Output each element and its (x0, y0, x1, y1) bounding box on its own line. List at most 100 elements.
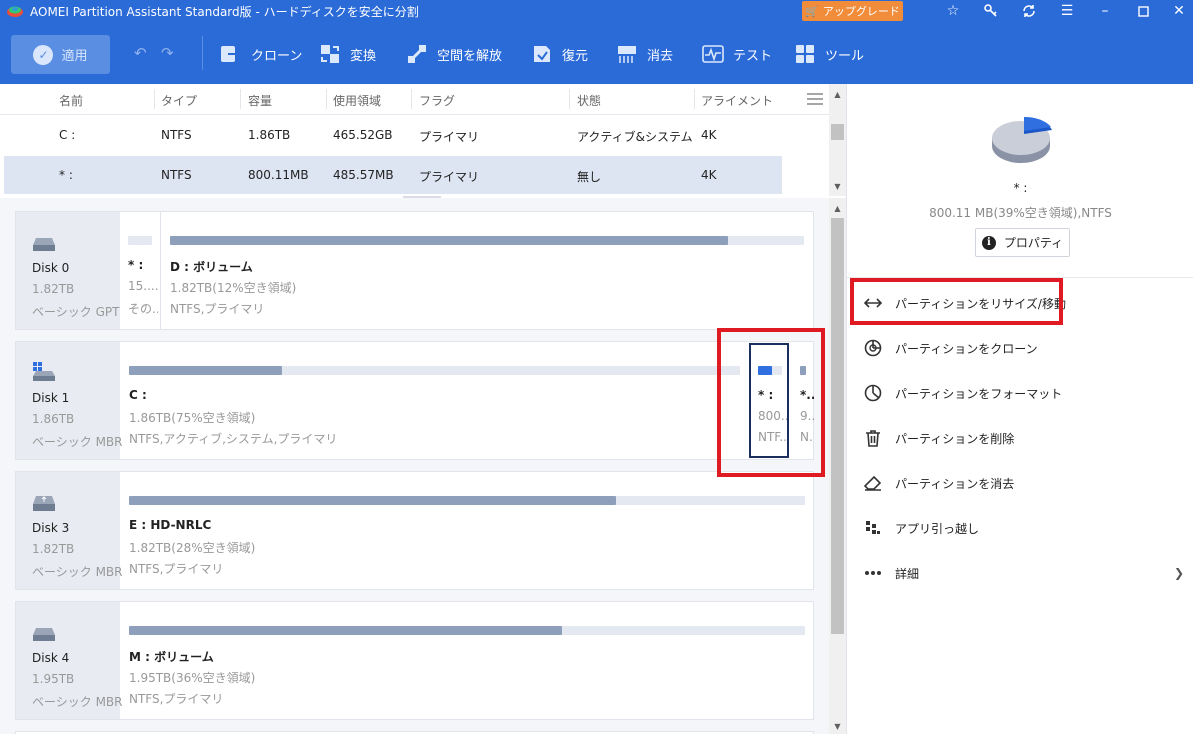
disk-card-4[interactable]: Disk 4 1.95TB ベーシック MBR M : ボリューム 1.95TB… (15, 601, 814, 720)
clone-partition-icon (863, 338, 883, 358)
op-label: パーティションを消去 (895, 476, 1015, 491)
partition-block[interactable]: E : HD-NRLC 1.82TB(28%空き領域) NTFS,プライマリ (120, 472, 813, 589)
column-divider (326, 89, 327, 109)
op-wipe-partition[interactable]: パーティションを消去 (863, 471, 1014, 495)
usage-bar-fill (129, 366, 282, 375)
maximize-icon[interactable] (1129, 0, 1157, 22)
disk-card-3[interactable]: Disk 3 1.82TB ベーシック MBR E : HD-NRLC 1.82… (15, 471, 814, 590)
op-clone-partition[interactable]: パーティションをクローン (863, 336, 1038, 360)
window-title: AOMEI Partition Assistant Standard版 - ハー… (30, 4, 419, 19)
partition-block[interactable]: C : 1.86TB(75%空き領域) NTFS,アクティブ,システム,プライマ… (120, 342, 750, 459)
usage-bar-fill (129, 496, 616, 505)
upgrade-button[interactable]: 🛒 アップグレード (802, 1, 903, 21)
chevron-right-icon[interactable]: ❯ (1174, 566, 1184, 580)
format-icon (863, 383, 883, 403)
partition-fs: その... (128, 302, 158, 316)
partition-capacity: 1.82TB(28%空き領域) (129, 541, 256, 555)
partition-name: E : HD-NRLC (129, 518, 212, 532)
wipe-icon (616, 43, 638, 65)
op-delete-partition[interactable]: パーティションを削除 (863, 426, 1014, 450)
partition-name: * : (128, 258, 144, 272)
column-header-type[interactable]: タイプ (161, 92, 197, 109)
partition-block[interactable]: D : ボリューム 1.82TB(12%空き領域) NTFS,プライマリ (161, 212, 813, 329)
column-header-capacity[interactable]: 容量 (248, 92, 272, 109)
partition-capacity: 1.86TB(75%空き領域) (129, 411, 256, 425)
column-divider (411, 89, 412, 109)
selected-partition-name: * : (1013, 181, 1028, 195)
column-header-alignment[interactable]: アライメント (701, 92, 773, 109)
partition-block[interactable]: M : ボリューム 1.95TB(36%空き領域) NTFS,プライマリ (120, 602, 813, 719)
column-header-used[interactable]: 使用領域 (333, 92, 381, 109)
disk-size: 1.82TB (32, 542, 75, 556)
tools-label: ツール (825, 48, 865, 64)
cell-status: アクティブ&システム (577, 130, 693, 144)
disk-name: Disk 4 (32, 651, 70, 665)
table-header: 名前 タイプ 容量 使用領域 フラグ 状態 アライメント (0, 84, 829, 115)
disk-map-scrollbar[interactable]: ▲ ▼ (829, 198, 846, 734)
annotation-highlight-box (717, 328, 825, 477)
wipe-button[interactable]: 消去 (616, 42, 673, 66)
eraser-icon (863, 473, 883, 493)
column-divider (154, 89, 155, 109)
scroll-up-arrow-icon[interactable]: ▲ (829, 200, 846, 216)
scroll-down-arrow-icon[interactable]: ▼ (829, 178, 846, 194)
column-divider (240, 89, 241, 109)
scrollbar-thumb[interactable] (831, 124, 844, 140)
scroll-up-arrow-icon[interactable]: ▲ (829, 86, 846, 102)
apply-button[interactable]: ✓ 適用 (11, 35, 110, 74)
system-disk-icon (33, 362, 55, 381)
key-icon[interactable] (977, 0, 1005, 22)
free-space-button[interactable]: 空間を解放 (406, 42, 502, 66)
recover-label: 復元 (562, 48, 589, 64)
cell-status: 無し (577, 170, 602, 184)
menu-icon[interactable]: ☰ (1053, 0, 1081, 22)
partition-fs: NTFS,アクティブ,システム,プライマリ (129, 432, 338, 446)
properties-button[interactable]: i プロパティ (975, 228, 1070, 257)
op-label: パーティションをフォーマット (895, 386, 1063, 401)
column-header-name[interactable]: 名前 (59, 92, 83, 109)
recover-button[interactable]: 復元 (531, 42, 588, 66)
disk-card-1[interactable]: Disk 1 1.86TB ベーシック MBR C : 1.86TB(75%空き… (15, 341, 814, 460)
table-scrollbar[interactable]: ▲ ▼ (829, 84, 846, 196)
column-header-flag[interactable]: フラグ (419, 92, 455, 109)
column-header-status[interactable]: 状態 (577, 92, 601, 109)
tools-button[interactable]: ツール (794, 42, 864, 66)
disk-card-0[interactable]: Disk 0 1.82TB ベーシック GPT * : 15.... その...… (15, 211, 814, 330)
op-more[interactable]: 詳細 (863, 561, 919, 585)
properties-label: プロパティ (1003, 236, 1064, 250)
partition-capacity: 1.82TB(12%空き領域) (170, 281, 297, 295)
refresh-icon[interactable] (1015, 0, 1043, 22)
disk-name: Disk 0 (32, 261, 70, 275)
partition-fs: NTFS,プライマリ (170, 302, 265, 316)
close-icon[interactable]: ✕ (1165, 0, 1193, 22)
clone-button[interactable]: クローン (220, 42, 302, 66)
scroll-down-arrow-icon[interactable]: ▼ (829, 718, 846, 734)
toolbar: ✓ 適用 ↶ ↷ クローン 変換 空間を解放 復元 消去 テスト ツール (0, 22, 1193, 84)
cell-type: NTFS (161, 128, 192, 142)
minimize-icon[interactable]: – (1091, 0, 1119, 22)
column-settings-icon[interactable] (806, 92, 824, 106)
star-icon[interactable]: ☆ (939, 0, 967, 22)
op-label: 詳細 (895, 566, 920, 581)
op-format-partition[interactable]: パーティションをフォーマット (863, 381, 1062, 405)
test-icon (702, 43, 724, 65)
table-row-selected[interactable]: * : NTFS 800.11MB 485.57MB プライマリ 無し 4K (4, 156, 782, 194)
usage-bar (129, 626, 805, 635)
table-row[interactable]: C : NTFS 1.86TB 465.52GB プライマリ アクティブ&システ… (4, 116, 782, 154)
disk-type: ベーシック MBR (32, 565, 123, 579)
free-space-label: 空間を解放 (437, 48, 503, 64)
undo-icon[interactable]: ↶ (134, 44, 147, 62)
cell-used: 485.57MB (333, 168, 394, 182)
op-label: パーティションをクローン (895, 341, 1038, 356)
disk-size: 1.95TB (32, 672, 75, 686)
redo-icon[interactable]: ↷ (161, 44, 174, 62)
op-app-mover[interactable]: アプリ引っ越し (863, 516, 979, 540)
scrollbar-thumb[interactable] (831, 218, 844, 634)
partition-block[interactable]: * : 15.... その... (120, 212, 160, 329)
partition-pie-icon (992, 116, 1052, 163)
convert-button[interactable]: 変換 (319, 42, 376, 66)
disk-map: Disk 0 1.82TB ベーシック GPT * : 15.... その...… (0, 198, 829, 734)
test-button[interactable]: テスト (702, 42, 772, 66)
convert-label: 変換 (350, 48, 377, 64)
operations-panel: * : 800.11 MB(39%空き領域),NTFS i プロパティ パーティ… (846, 84, 1193, 734)
